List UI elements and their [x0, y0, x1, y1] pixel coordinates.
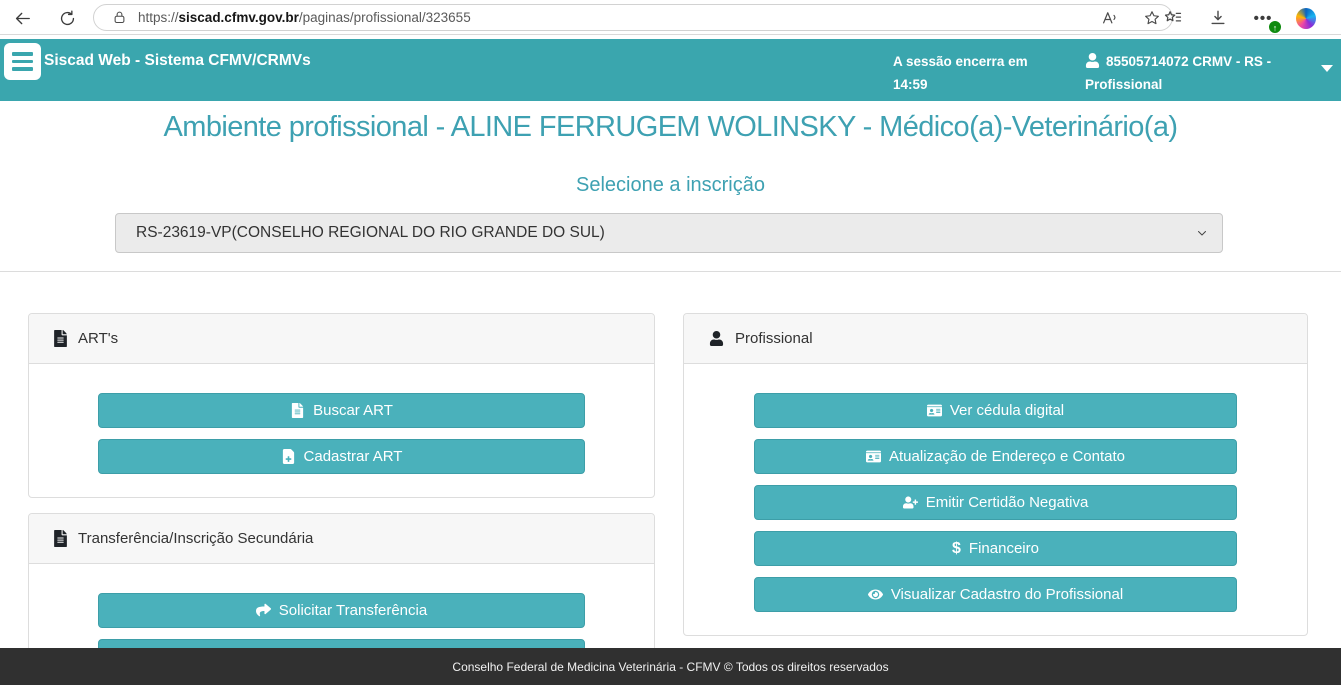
collections-button[interactable]: [1161, 6, 1185, 30]
divider: [0, 271, 1341, 272]
ver-cedula-digital-button[interactable]: Ver cédula digital: [754, 393, 1237, 428]
button-label: Cadastrar ART: [304, 448, 403, 465]
dollar-icon: $: [952, 540, 961, 558]
button-label: Financeiro: [969, 540, 1039, 557]
refresh-button[interactable]: [56, 7, 78, 29]
atualizacao-endereco-button[interactable]: Atualização de Endereço e Contato: [754, 439, 1237, 474]
registration-selected-value: RS-23619-VP(CONSELHO REGIONAL DO RIO GRA…: [136, 224, 605, 242]
download-icon: [1208, 8, 1228, 28]
url-domain: siscad.cfmv.gov.br: [179, 10, 299, 25]
browser-toolbar: https://siscad.cfmv.gov.br/paginas/profi…: [0, 0, 1341, 35]
session-label: A sessão encerra em: [893, 50, 1043, 73]
eye-icon: [868, 587, 883, 602]
screen: https://siscad.cfmv.gov.br/paginas/profi…: [0, 0, 1341, 685]
panel-profissional-header: Profissional: [684, 314, 1307, 364]
user-menu[interactable]: 85505714072 CRMV - RS - Profissional: [1085, 50, 1285, 96]
panel-profissional: Profissional Ver cédula digital Atualiza…: [683, 313, 1308, 636]
session-time: 14:59: [893, 73, 1043, 96]
refresh-icon: [58, 9, 77, 28]
app-title: Siscad Web - Sistema CFMV/CRMVs: [44, 52, 311, 70]
footer-text: Conselho Federal de Medicina Veterinária…: [452, 660, 888, 674]
solicitar-transferencia-button[interactable]: Solicitar Transferência: [98, 593, 585, 628]
chevron-down-icon[interactable]: [1321, 65, 1333, 72]
cadastrar-art-button[interactable]: Cadastrar ART: [98, 439, 585, 474]
panel-title: ART's: [78, 330, 118, 347]
lock-icon: [112, 10, 127, 25]
url-scheme: https://: [138, 10, 179, 25]
app-header: Siscad Web - Sistema CFMV/CRMVs A sessão…: [0, 39, 1341, 101]
back-icon: [13, 9, 32, 28]
button-label: Visualizar Cadastro do Profissional: [891, 586, 1123, 603]
read-aloud-button[interactable]: [1100, 8, 1120, 28]
financeiro-button[interactable]: $ Financeiro: [754, 531, 1237, 566]
favorite-button[interactable]: [1142, 8, 1162, 28]
button-label: Emitir Certidão Negativa: [926, 494, 1089, 511]
user-plus-icon: [903, 495, 918, 510]
button-label: Buscar ART: [313, 402, 393, 419]
emitir-certidao-negativa-button[interactable]: Emitir Certidão Negativa: [754, 485, 1237, 520]
id-card-icon: [927, 403, 942, 418]
settings-more-button[interactable]: ••• ↑: [1251, 6, 1275, 30]
file-plus-icon: [281, 449, 296, 464]
select-chevron-down-icon: [1196, 227, 1208, 239]
favorite-star-icon: [1143, 9, 1161, 27]
copilot-button[interactable]: [1296, 6, 1320, 30]
collections-icon: [1163, 8, 1183, 28]
toolbar-right-icons: ••• ↑: [1161, 6, 1341, 30]
file-icon: [54, 530, 67, 547]
button-label: Solicitar Transferência: [279, 602, 427, 619]
panel-profissional-body: Ver cédula digital Atualização de Endere…: [684, 364, 1307, 635]
address-bar[interactable]: https://siscad.cfmv.gov.br/paginas/profi…: [93, 4, 1173, 31]
file-icon: [54, 330, 67, 347]
share-icon: [256, 603, 271, 618]
panel-transferencia-header: Transferência/Inscrição Secundária: [29, 514, 654, 564]
read-aloud-icon: [1101, 9, 1119, 27]
id-card-icon: [866, 449, 881, 464]
page-subtitle: Selecione a inscrição: [0, 174, 1341, 197]
buscar-art-button[interactable]: Buscar ART: [98, 393, 585, 428]
copilot-icon: [1296, 8, 1316, 29]
footer: Conselho Federal de Medicina Veterinária…: [0, 648, 1341, 685]
user-label: 85505714072 CRMV - RS - Profissional: [1085, 54, 1271, 92]
panel-arts: ART's Buscar ART Cadastrar ART: [28, 313, 655, 498]
visualizar-cadastro-button[interactable]: Visualizar Cadastro do Profissional: [754, 577, 1237, 612]
hamburger-icon: [12, 52, 33, 55]
panel-title: Profissional: [735, 330, 813, 347]
button-label: Ver cédula digital: [950, 402, 1064, 419]
menu-button[interactable]: [4, 43, 41, 80]
user-icon: [1085, 53, 1100, 68]
panel-arts-body: Buscar ART Cadastrar ART: [29, 364, 654, 497]
user-icon: [709, 331, 724, 346]
update-badge: ↑: [1268, 20, 1282, 34]
button-label: Atualização de Endereço e Contato: [889, 448, 1125, 465]
file-icon: [290, 403, 305, 418]
url-text: https://siscad.cfmv.gov.br/paginas/profi…: [138, 10, 471, 25]
url-path: /paginas/profissional/323655: [299, 10, 471, 25]
registration-select[interactable]: RS-23619-VP(CONSELHO REGIONAL DO RIO GRA…: [115, 213, 1223, 253]
back-button[interactable]: [11, 7, 33, 29]
page-title: Ambiente profissional - ALINE FERRUGEM W…: [0, 111, 1341, 144]
downloads-button[interactable]: [1206, 6, 1230, 30]
panel-title: Transferência/Inscrição Secundária: [78, 530, 313, 547]
panel-arts-header: ART's: [29, 314, 654, 364]
session-timer: A sessão encerra em 14:59: [893, 50, 1043, 96]
